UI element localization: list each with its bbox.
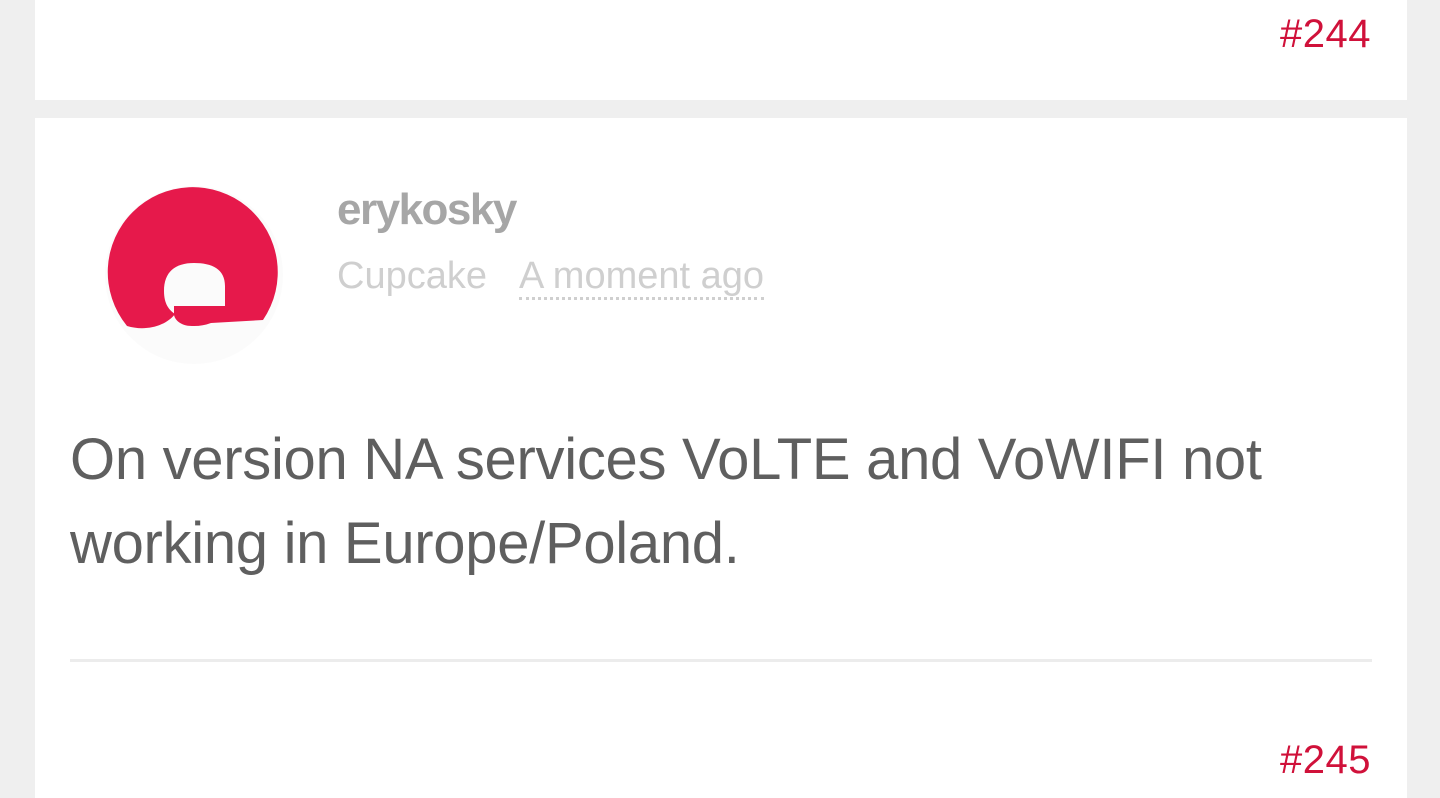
author-rank: Cupcake [337,255,487,297]
post-meta: Cupcake A moment ago [337,255,765,300]
author-avatar[interactable] [105,186,283,364]
previous-post-number-link[interactable]: #244 [1280,14,1371,54]
post-timestamp-link[interactable]: A moment ago [518,255,765,300]
post-body-text: On version NA services VoLTE and VoWIFI … [70,427,1262,576]
e-letter-avatar-icon [107,187,278,329]
post-card: erykosky Cupcake A moment ago On version … [35,118,1407,798]
post-divider [70,659,1372,662]
author-username-link[interactable]: erykosky [337,185,517,234]
previous-post-card: #244 [35,0,1407,100]
post-number-link[interactable]: #245 [1280,740,1371,780]
page: #244 erykosky Cupcake A moment ago On ver… [0,0,1440,798]
